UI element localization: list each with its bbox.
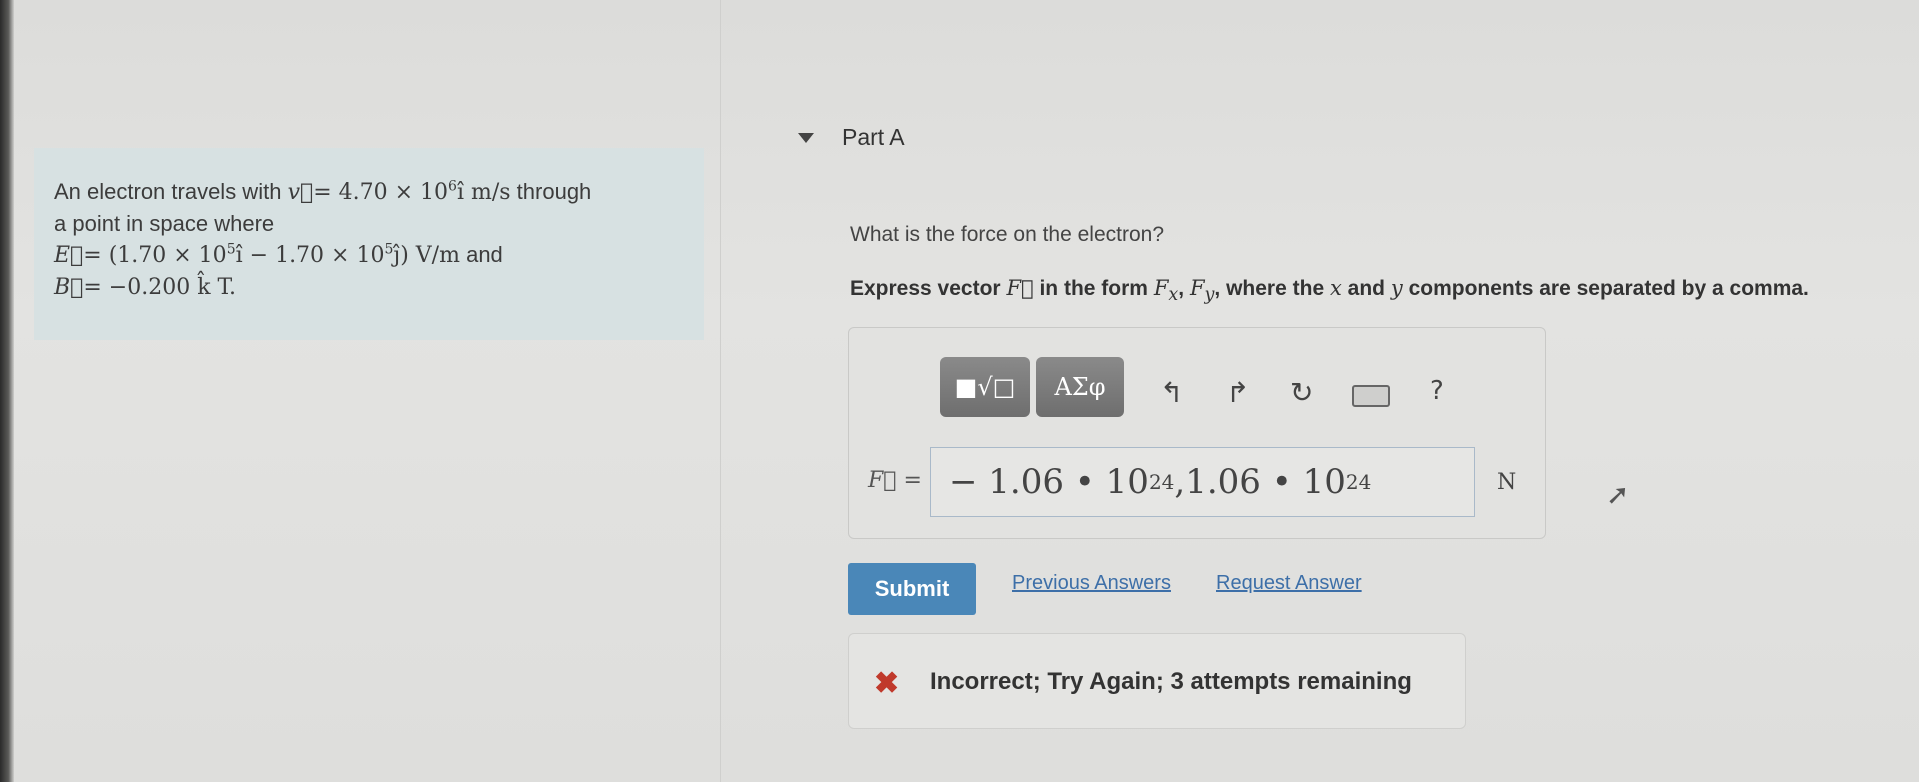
templates-button[interactable]: ■√□ bbox=[940, 357, 1030, 417]
reset-icon[interactable]: ↻ bbox=[1290, 376, 1313, 409]
greek-symbols-button[interactable]: ΑΣφ bbox=[1036, 357, 1124, 417]
unit-label: N bbox=[1497, 470, 1517, 495]
help-icon[interactable]: ? bbox=[1430, 376, 1444, 406]
collapse-caret-icon[interactable] bbox=[798, 132, 814, 143]
undo-icon[interactable]: ↰ bbox=[1160, 376, 1183, 409]
keyboard-icon[interactable] bbox=[1352, 385, 1390, 407]
submit-button[interactable]: Submit bbox=[848, 563, 976, 615]
request-answer-link[interactable]: Request Answer bbox=[1216, 572, 1362, 595]
problem-line-1: An electron travels with v⃗= 4.70 × 106î… bbox=[54, 178, 592, 205]
screen-bezel bbox=[0, 0, 14, 782]
problem-line-3: E⃗= (1.70 × 105î − 1.70 × 105ĵ) V/m and bbox=[54, 241, 503, 268]
redo-icon[interactable]: ↱ bbox=[1226, 376, 1249, 409]
part-header[interactable]: Part A bbox=[798, 124, 905, 151]
problem-line-4: B⃗= −0.200 k̂ T. bbox=[54, 275, 236, 300]
instruction-text: Express vector F⃗ in the form Fx, Fy, wh… bbox=[850, 276, 1809, 306]
part-title: Part A bbox=[842, 124, 905, 150]
problem-line-2: a point in space where bbox=[54, 211, 275, 236]
previous-answers-link[interactable]: Previous Answers bbox=[1012, 572, 1171, 595]
answer-label: F⃗ = bbox=[868, 468, 922, 493]
problem-statement: An electron travels with v⃗= 4.70 × 106î… bbox=[54, 176, 674, 303]
x-icon: ✖ bbox=[874, 667, 900, 700]
answer-input[interactable]: − 1.06 • 10 24,1.06 • 10 24 bbox=[930, 447, 1475, 517]
column-divider bbox=[720, 0, 721, 782]
question-text: What is the force on the electron? bbox=[850, 223, 1165, 246]
mouse-cursor-icon: ➚ bbox=[1606, 479, 1630, 510]
feedback-text: Incorrect; Try Again; 3 attempts remaini… bbox=[930, 668, 1412, 695]
